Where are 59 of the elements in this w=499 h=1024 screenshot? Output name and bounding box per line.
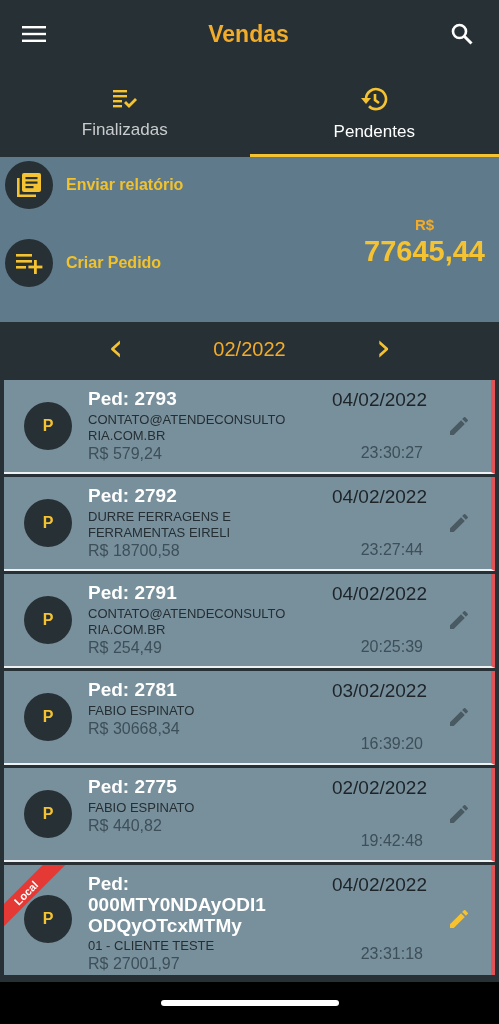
order-time: 23:30:27	[360, 444, 424, 462]
client-name: DURRE FERRAGENS E FERRAMENTAS EIRELI	[88, 509, 233, 541]
previous-month-button[interactable]: ‹	[108, 327, 124, 372]
history-icon	[360, 86, 389, 112]
order-time: 23:27:44	[360, 541, 424, 559]
order-amount: R$ 27001,97	[88, 954, 181, 973]
edit-icon[interactable]	[447, 608, 471, 632]
edit-icon[interactable]	[447, 414, 471, 438]
currency-label: R$	[414, 216, 435, 233]
order-amount: R$ 579,24	[88, 444, 163, 463]
order-date: 04/02/2022	[331, 583, 427, 605]
avatar: P	[24, 402, 72, 450]
app-title: Vendas	[208, 20, 289, 48]
order-card[interactable]: P Ped: 2791 CONTATO@ATENDECONSULTORIA.COM.BR R$ 254,49 04/02/2022 20:25:39	[4, 574, 495, 668]
order-amount: R$ 440,82	[88, 816, 163, 835]
edit-icon[interactable]	[447, 802, 471, 826]
avatar: P	[24, 499, 72, 547]
order-time: 23:31:18	[360, 945, 424, 963]
order-date: 02/02/2022	[331, 777, 427, 799]
client-name: CONTATO@ATENDECONSULTORIA.COM.BR	[88, 606, 287, 638]
client-name: CONTATO@ATENDECONSULTORIA.COM.BR	[88, 412, 287, 444]
playlist-add-icon	[5, 239, 53, 287]
documents-icon	[5, 161, 53, 209]
client-name: FABIO ESPINATO	[88, 800, 196, 816]
avatar: P	[24, 596, 72, 644]
order-time: 20:25:39	[360, 638, 424, 656]
order-number: Ped: 2792	[88, 485, 178, 507]
avatar: P	[24, 693, 72, 741]
total-amount: 77645,44	[364, 235, 485, 268]
tab[interactable]: Finalizadas	[0, 68, 250, 157]
order-date: 04/02/2022	[331, 486, 427, 508]
order-number: Ped: 000MTY0NDAyODI1ODQyOTcxMTMy	[88, 873, 267, 936]
edit-icon[interactable]	[447, 705, 471, 729]
order-time: 19:42:48	[360, 832, 424, 850]
menu-icon[interactable]	[22, 25, 46, 43]
next-month-button[interactable]: ›	[375, 327, 391, 372]
order-card[interactable]: P Ped: 2793 CONTATO@ATENDECONSULTORIA.COM.BR R$ 579,24 04/02/2022 23:30:27	[4, 380, 495, 474]
avatar: P	[24, 790, 72, 838]
order-amount: R$ 18700,58	[88, 541, 181, 560]
order-time: 16:39:20	[360, 735, 424, 753]
order-card[interactable]: P Ped: 2775 FABIO ESPINATO R$ 440,82 02/02/2022 19:42:48	[4, 768, 495, 862]
order-number: Ped: 2791	[88, 582, 178, 604]
month-label: 02/2022	[213, 338, 286, 361]
order-date: 04/02/2022	[331, 389, 427, 411]
checklist-icon	[111, 88, 138, 110]
client-name: FABIO ESPINATO	[88, 703, 196, 719]
edit-icon[interactable]	[447, 907, 471, 931]
order-amount: R$ 30668,34	[88, 719, 181, 738]
client-name: 01 - CLIENTE TESTE	[88, 938, 216, 954]
order-amount: R$ 254,49	[88, 638, 163, 657]
order-date: 04/02/2022	[331, 874, 427, 896]
order-card[interactable]: P Ped: 2792 DURRE FERRAGENS E FERRAMENTAS EIRELI R$ 18700,58 04/02/2022 23:27:44	[4, 477, 495, 571]
search-icon[interactable]	[451, 23, 473, 45]
order-date: 03/02/2022	[331, 680, 427, 702]
order-number: Ped: 2793	[88, 388, 178, 410]
edit-icon[interactable]	[447, 511, 471, 535]
order-number: Ped: 2781	[88, 679, 178, 701]
order-number: Ped: 2775	[88, 776, 178, 798]
order-card[interactable]: P Ped: 2781 FABIO ESPINATO R$ 30668,34 03/02/2022 16:39:20	[4, 671, 495, 765]
